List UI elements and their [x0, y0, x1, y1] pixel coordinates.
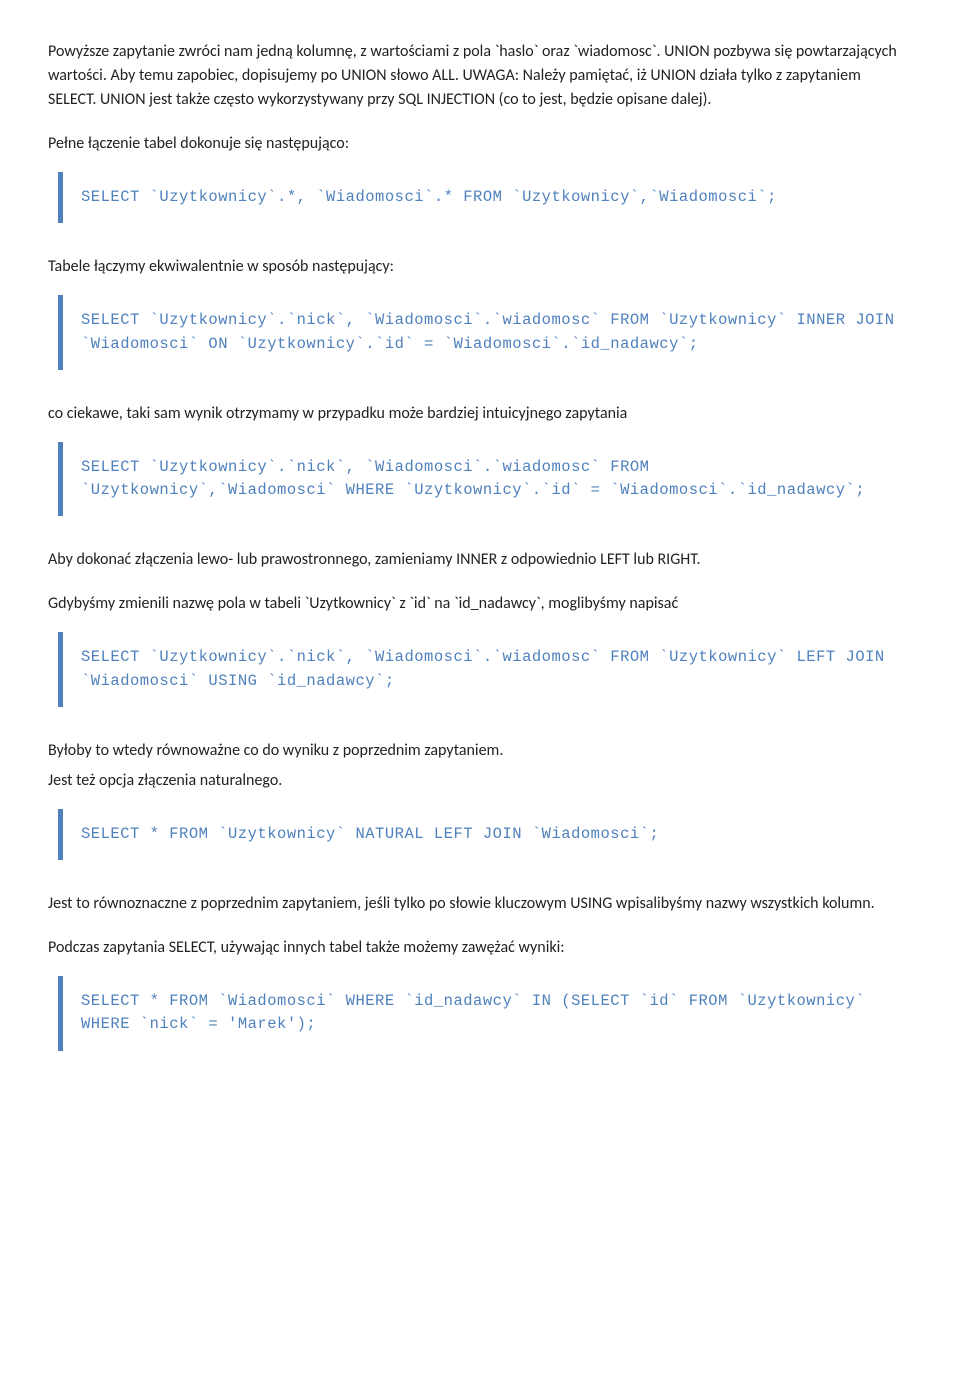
code-block-3: SELECT `Uzytkownicy`.`nick`, `Wiadomosci… [58, 442, 902, 517]
paragraph-10: Podczas zapytania SELECT, używając innyc… [48, 936, 912, 960]
paragraph-6: Gdybyśmy zmienili nazwę pola w tabeli `U… [48, 592, 912, 616]
code-block-6: SELECT * FROM `Wiadomosci` WHERE `id_nad… [58, 976, 902, 1051]
paragraph-8: Jest też opcja złączenia naturalnego. [48, 769, 912, 793]
paragraph-1: Powyższe zapytanie zwróci nam jedną kolu… [48, 40, 912, 112]
paragraph-3: Tabele łączymy ekwiwalentnie w sposób na… [48, 255, 912, 279]
paragraph-5: Aby dokonać złączenia lewo- lub prawostr… [48, 548, 912, 572]
code-block-4: SELECT `Uzytkownicy`.`nick`, `Wiadomosci… [58, 632, 902, 707]
paragraph-7: Byłoby to wtedy równoważne co do wyniku … [48, 739, 912, 763]
code-block-5: SELECT * FROM `Uzytkownicy` NATURAL LEFT… [58, 809, 902, 860]
paragraph-9: Jest to równoznaczne z poprzednim zapyta… [48, 892, 912, 916]
code-block-1: SELECT `Uzytkownicy`.*, `Wiadomosci`.* F… [58, 172, 902, 223]
code-block-2: SELECT `Uzytkownicy`.`nick`, `Wiadomosci… [58, 295, 902, 370]
paragraph-2: Pełne łączenie tabel dokonuje się następ… [48, 132, 912, 156]
paragraph-4: co ciekawe, taki sam wynik otrzymamy w p… [48, 402, 912, 426]
